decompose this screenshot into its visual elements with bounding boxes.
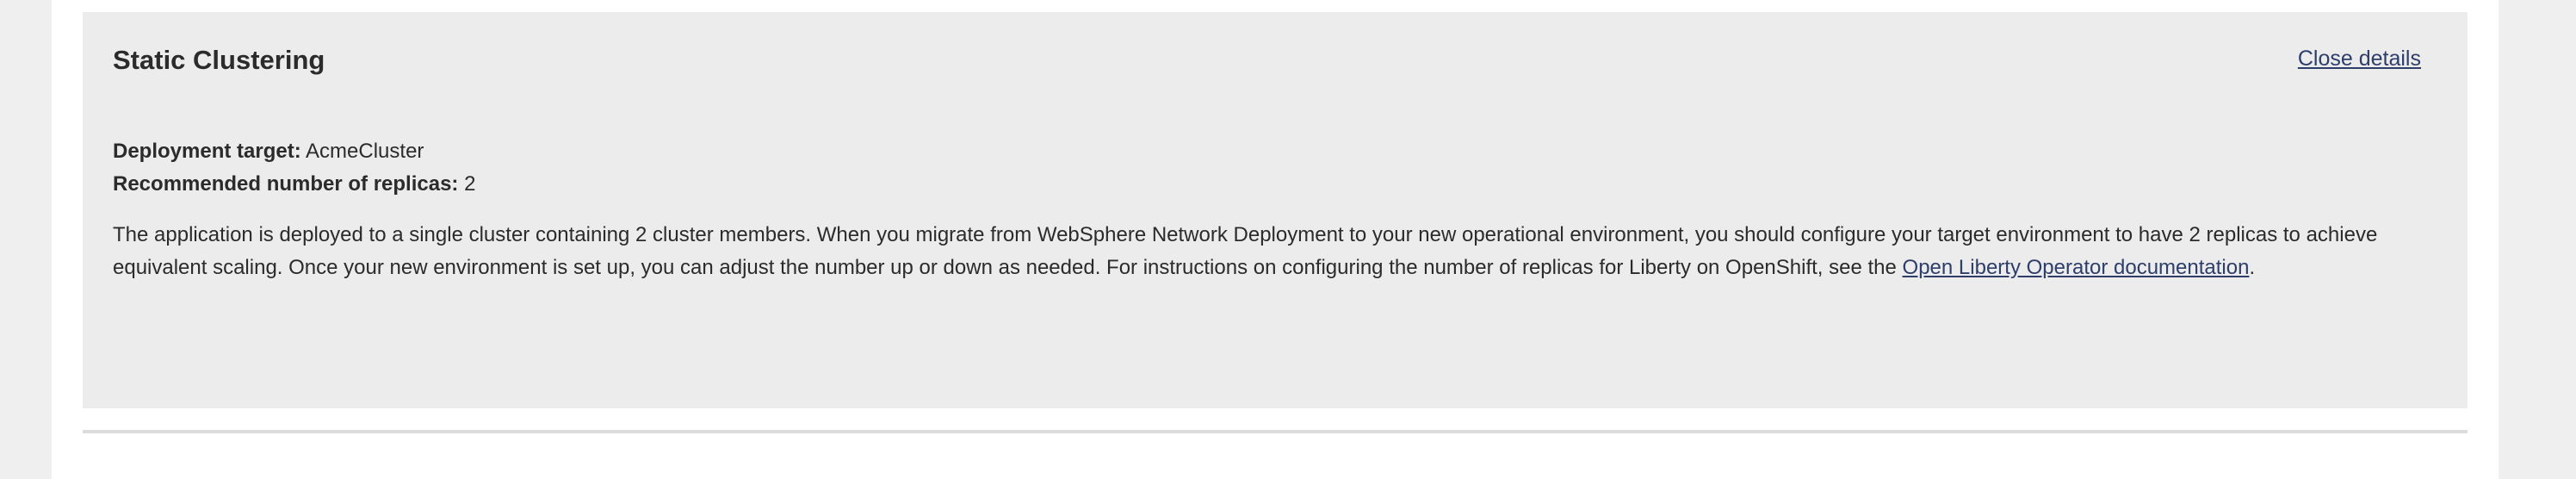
details-panel: Static Clustering Close details Deployme… [83, 12, 2468, 408]
description-end: . [2249, 256, 2256, 279]
deployment-target-label: Deployment target: [113, 140, 301, 163]
deployment-target-row: Deployment target: AcmeCluster [113, 140, 424, 165]
close-details-link[interactable]: Close details [2298, 46, 2421, 72]
panel-title: Static Clustering [113, 45, 325, 75]
replicas-label: Recommended number of replicas: [113, 172, 459, 196]
description-paragraph: The application is deployed to a single … [113, 219, 2437, 284]
deployment-target-value: AcmeCluster [306, 140, 424, 163]
replicas-value: 2 [464, 172, 476, 196]
section-divider [83, 430, 2468, 433]
replicas-row: Recommended number of replicas: 2 [113, 172, 475, 197]
open-liberty-operator-doc-link[interactable]: Open Liberty Operator documentation [1903, 256, 2250, 279]
